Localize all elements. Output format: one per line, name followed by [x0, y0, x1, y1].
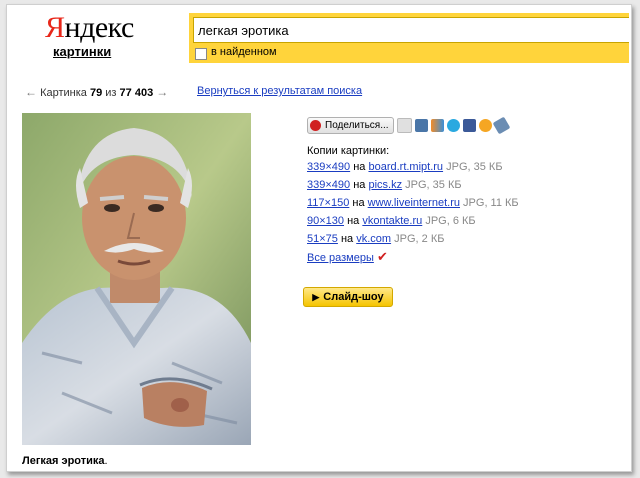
copy-on: на	[347, 215, 360, 227]
copies-title: Копии картинки:	[307, 145, 390, 157]
search-in-results-label[interactable]: в найденном	[211, 46, 277, 58]
caption-bold: Легкая эротика	[22, 455, 105, 467]
nav-of: из	[105, 87, 117, 99]
all-sizes-link[interactable]: Все размеры	[307, 252, 374, 264]
twitter-icon[interactable]	[446, 118, 460, 132]
search-bar: легкая эротика в найденном	[189, 13, 629, 63]
copy-size-link[interactable]: 90×130	[307, 215, 344, 227]
slideshow-button[interactable]: ▶ Слайд-шоу	[303, 287, 393, 307]
copy-meta: JPG, 6 КБ	[425, 215, 476, 227]
copy-row: 117×150 на www.liveinternet.ru JPG, 11 К…	[307, 197, 519, 209]
facebook-icon[interactable]	[462, 118, 476, 132]
page-frame: Яндекс картинки легкая эротика в найденн…	[6, 4, 632, 472]
main-photo[interactable]	[22, 113, 251, 445]
prev-arrow-icon[interactable]: ←	[25, 85, 37, 99]
copy-meta: JPG, 11 КБ	[463, 197, 519, 209]
nav-prefix: Картинка	[40, 87, 87, 99]
logo-rest: ндекс	[64, 11, 135, 44]
copy-on: на	[353, 179, 366, 191]
livejournal-icon[interactable]	[396, 117, 412, 133]
play-icon: ▶	[312, 291, 320, 302]
copy-site-link[interactable]: vkontakte.ru	[362, 215, 422, 227]
mail-ru-icon[interactable]	[430, 118, 444, 132]
copy-row: 90×130 на vkontakte.ru JPG, 6 КБ	[307, 215, 476, 227]
nav-total: 77 403	[119, 87, 154, 99]
copy-size-link[interactable]: 339×490	[307, 161, 350, 173]
share-button[interactable]: Поделиться...	[307, 116, 394, 134]
copy-size-link[interactable]: 51×75	[307, 233, 338, 245]
service-link-images[interactable]: картинки	[53, 44, 111, 59]
yandex-logo[interactable]: Яндекс	[45, 11, 134, 45]
blog-pen-icon[interactable]	[492, 116, 510, 134]
image-caption: Легкая эротика.	[22, 455, 108, 467]
copy-row: 339×490 на board.rt.mipt.ru JPG, 35 КБ	[307, 161, 503, 173]
search-input[interactable]: легкая эротика	[193, 17, 629, 43]
share-button-label: Поделиться...	[325, 119, 389, 131]
copy-meta: JPG, 35 КБ	[446, 161, 503, 173]
copy-on: на	[352, 197, 365, 209]
copy-meta: JPG, 35 КБ	[405, 179, 462, 191]
slideshow-label: Слайд-шоу	[323, 291, 384, 303]
copy-size-link[interactable]: 339×490	[307, 179, 350, 191]
copy-row: 339×490 на pics.kz JPG, 35 КБ	[307, 179, 462, 191]
copy-site-link[interactable]: vk.com	[356, 233, 391, 245]
next-arrow-icon[interactable]: →	[156, 85, 168, 99]
copy-site-link[interactable]: www.liveinternet.ru	[368, 197, 460, 209]
copy-site-link[interactable]: pics.kz	[368, 179, 402, 191]
copy-size-link[interactable]: 117×150	[307, 197, 349, 209]
nav-index: 79	[89, 87, 103, 99]
back-to-results-link[interactable]: Вернуться к результатам поиска	[197, 85, 362, 97]
copy-site-link[interactable]: board.rt.mipt.ru	[368, 161, 443, 173]
copy-meta: JPG, 2 КБ	[394, 233, 445, 245]
odnoklassniki-icon[interactable]	[478, 118, 492, 132]
copy-on: на	[340, 233, 354, 245]
share-toolbar: Поделиться...	[307, 116, 510, 134]
caption-rest: .	[104, 455, 108, 467]
copy-on: на	[353, 161, 366, 173]
search-in-results-checkbox[interactable]	[195, 48, 207, 60]
yandex-share-icon	[310, 119, 321, 131]
copy-row: 51×75 на vk.com JPG, 2 КБ	[307, 233, 444, 245]
image-navigation: ← Картинка 79 из 77 403 →	[25, 85, 168, 99]
vkontakte-icon[interactable]	[414, 118, 428, 132]
checkmark-icon: ✔	[377, 249, 388, 264]
logo-first-letter: Я	[45, 11, 65, 44]
